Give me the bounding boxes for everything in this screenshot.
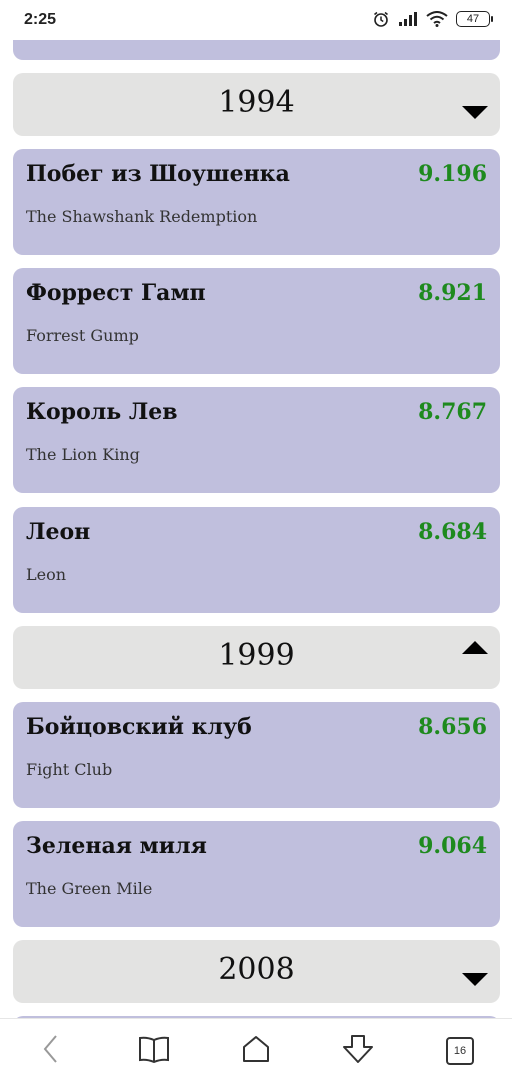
year-label: 1994 bbox=[218, 85, 295, 120]
film-title: Король Лев bbox=[26, 399, 178, 425]
film-title: Бойцовский клуб bbox=[26, 714, 252, 740]
bookmarks-icon bbox=[138, 1035, 170, 1067]
home-icon bbox=[241, 1034, 271, 1068]
downloads-icon bbox=[342, 1034, 374, 1068]
year-header-2008[interactable]: 2008 bbox=[13, 940, 500, 1003]
film-title: Форрест Гамп bbox=[26, 280, 206, 306]
film-card[interactable]: Бойцовский клуб 8.656 Fight Club bbox=[13, 702, 500, 808]
year-header-1999[interactable]: 1999 bbox=[13, 626, 500, 689]
status-bar: 2:25 47 bbox=[0, 0, 512, 40]
film-original-title: The Lion King bbox=[26, 445, 140, 464]
downloads-button[interactable] bbox=[338, 1031, 378, 1071]
film-rating: 9.196 bbox=[418, 161, 487, 187]
signal-icon bbox=[398, 11, 418, 27]
chevron-down-icon bbox=[462, 106, 488, 119]
film-title: Леон bbox=[26, 519, 91, 545]
tabs-button[interactable]: 16 bbox=[440, 1031, 480, 1071]
back-icon bbox=[41, 1034, 61, 1068]
film-card[interactable]: Побег из Шоушенка 9.196 The Shawshank Re… bbox=[13, 149, 500, 255]
film-rating: 9.064 bbox=[418, 833, 487, 859]
tabs-icon: 16 bbox=[446, 1037, 474, 1065]
bookmarks-button[interactable] bbox=[134, 1031, 174, 1071]
year-label: 2008 bbox=[218, 952, 295, 987]
film-card[interactable]: Зеленая миля 9.064 The Green Mile bbox=[13, 821, 500, 927]
film-original-title: Leon bbox=[26, 565, 67, 584]
status-icons: 47 bbox=[372, 10, 493, 28]
bottom-nav: 16 bbox=[0, 1018, 512, 1080]
chevron-down-icon bbox=[462, 973, 488, 986]
status-time: 2:25 bbox=[24, 11, 57, 28]
film-list[interactable]: 1994 Побег из Шоушенка 9.196 The Shawsha… bbox=[0, 40, 512, 1018]
film-rating: 8.656 bbox=[418, 714, 487, 740]
film-card[interactable]: Король Лев 8.767 The Lion King bbox=[13, 387, 500, 493]
film-card[interactable]: Леон 8.684 Leon bbox=[13, 507, 500, 613]
film-rating: 8.684 bbox=[418, 519, 487, 545]
back-button[interactable] bbox=[31, 1031, 71, 1071]
alarm-icon bbox=[372, 10, 390, 28]
year-label: 1999 bbox=[218, 638, 295, 673]
chevron-up-icon bbox=[462, 641, 488, 654]
film-title: Зеленая миля bbox=[26, 833, 207, 859]
year-header-1994[interactable]: 1994 bbox=[13, 73, 500, 136]
home-button[interactable] bbox=[236, 1031, 276, 1071]
film-original-title: Forrest Gump bbox=[26, 326, 139, 345]
film-original-title: Fight Club bbox=[26, 760, 113, 779]
film-rating: 8.921 bbox=[418, 280, 487, 306]
film-rating: 8.767 bbox=[418, 399, 487, 425]
battery-icon: 47 bbox=[456, 11, 493, 27]
film-original-title: The Green Mile bbox=[26, 879, 153, 898]
film-title: Побег из Шоушенка bbox=[26, 161, 290, 187]
film-original-title: The Shawshank Redemption bbox=[26, 207, 258, 226]
wifi-icon bbox=[426, 11, 448, 27]
film-card[interactable]: Форрест Гамп 8.921 Forrest Gump bbox=[13, 268, 500, 374]
film-card-partial[interactable] bbox=[13, 40, 500, 60]
